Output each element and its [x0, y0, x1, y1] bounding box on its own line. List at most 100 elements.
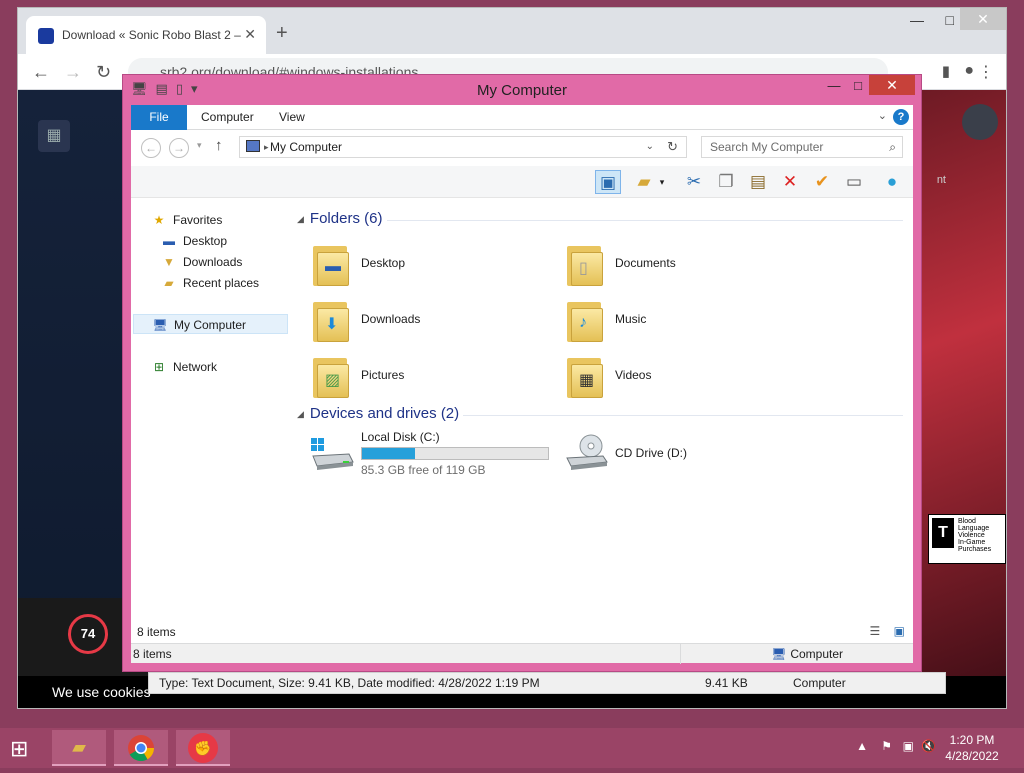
nav-downloads[interactable]: ▼ Downloads — [161, 252, 242, 272]
downloads-icon: ▼ — [163, 255, 175, 269]
drive-usage-bar — [361, 447, 549, 460]
nav-recent-places[interactable]: ▰ Recent places — [161, 273, 259, 293]
dropdown-icon[interactable]: ▾ — [655, 170, 669, 194]
app-grid-icon[interactable]: ▦ — [38, 120, 70, 152]
chrome-taskbar-icon[interactable] — [114, 730, 168, 766]
browser-tab[interactable]: Download « Sonic Robo Blast 2 – ✕ — [26, 16, 266, 54]
tab-title: Download « Sonic Robo Blast 2 – — [62, 28, 241, 42]
show-hidden-icons-icon[interactable]: ▲ — [856, 739, 868, 753]
reload-icon[interactable]: ↻ — [96, 62, 111, 83]
nav-my-computer[interactable]: 🖥 My Computer — [133, 314, 288, 334]
check-icon[interactable]: ✔ — [809, 170, 835, 194]
breadcrumb-chevron-icon[interactable]: ▸ — [264, 137, 269, 157]
drive-c[interactable]: Local Disk (C:) 85.3 GB free of 119 GB — [309, 430, 549, 478]
details-view-icon[interactable]: ☰ — [870, 624, 881, 638]
ribbon-tabs: File Computer View ⌄ ? — [131, 105, 913, 130]
chrome-logo-icon — [128, 735, 155, 762]
search-icon[interactable]: ⌕ — [889, 137, 896, 157]
title-bar[interactable]: 🖥 ▤ ▯ ▾ My Computer — □ ✕ — [123, 75, 921, 105]
details-status-bar: 8 items 🖥 Computer — [131, 643, 913, 664]
folders-group-header[interactable]: ◢ Folders (6) — [297, 210, 382, 230]
new-tab-button[interactable]: + — [276, 22, 288, 45]
nav-desktop[interactable]: ▬ Desktop — [161, 231, 227, 251]
up-icon[interactable]: ↑ — [215, 137, 223, 154]
folder-pictures[interactable]: ▨ Pictures — [309, 352, 549, 404]
computer-icon — [246, 140, 260, 152]
folder-label: Desktop — [361, 256, 406, 270]
group-title: Devices and drives (2) — [309, 405, 460, 422]
large-icons-view-icon[interactable]: ▣ — [894, 624, 905, 638]
drive-free-text: 85.3 GB free of 119 GB — [361, 463, 486, 477]
riot-client-taskbar-icon[interactable]: ✊ — [176, 730, 230, 766]
cut-icon[interactable]: ✂ — [681, 170, 707, 194]
folder-documents[interactable]: ▯ Documents — [563, 240, 803, 292]
drive-label: Local Disk (C:) — [361, 430, 440, 444]
tab-close-icon[interactable]: ✕ — [244, 26, 256, 43]
extensions-icon[interactable]: ▮ — [942, 62, 950, 80]
clock-date: 4/28/2022 — [945, 749, 999, 763]
toolbar: ▣ ▰ ▾ ✂ ❐ ▤ ✕ ✔ ▭ ● — [131, 166, 913, 198]
help-icon[interactable]: ? — [893, 109, 909, 125]
esrb-rating-badge: T Blood Language Violence In-Game Purcha… — [928, 514, 1006, 564]
item-count: 8 items — [137, 625, 176, 639]
folder-desktop[interactable]: ▬ Desktop — [309, 240, 549, 292]
forward-icon[interactable]: → — [64, 62, 82, 83]
group-title: Folders (6) — [309, 210, 383, 227]
nav-network[interactable]: ⊞ Network — [151, 357, 217, 377]
devices-group-header[interactable]: ◢ Devices and drives (2) — [297, 405, 459, 425]
folder-downloads[interactable]: ⬇ Downloads — [309, 296, 549, 348]
tab-file[interactable]: File — [131, 105, 187, 130]
browser-close-button[interactable]: ✕ — [960, 8, 1006, 30]
copy-icon[interactable]: ❐ — [713, 170, 739, 194]
address-dropdown-icon[interactable]: ⌄ — [646, 137, 654, 157]
network-globe-icon[interactable]: ● — [879, 170, 905, 194]
tab-computer[interactable]: Computer — [187, 105, 268, 130]
action-center-icon[interactable]: ⚑ — [881, 739, 892, 753]
cd-drive-icon — [566, 434, 608, 470]
location-text: Computer — [793, 676, 846, 690]
drive-label: CD Drive (D:) — [615, 446, 687, 460]
minimize-icon[interactable]: — — [910, 12, 924, 28]
tab-view[interactable]: View — [265, 105, 319, 130]
clock[interactable]: 1:20 PM 4/28/2022 — [942, 732, 1002, 764]
nav-favorites[interactable]: ★ Favorites — [151, 210, 223, 230]
start-windows-icon[interactable]: ⊞ — [10, 736, 36, 762]
nav-label: My Computer — [174, 318, 247, 332]
expand-ribbon-icon[interactable]: ⌄ — [878, 109, 887, 122]
computer-icon: 🖥 — [771, 647, 787, 661]
videos-folder-icon: ▦ — [563, 352, 605, 400]
volume-muted-icon[interactable]: 🔇 — [921, 739, 936, 753]
properties-folder-icon[interactable]: ▰ — [631, 170, 657, 194]
rename-icon[interactable]: ▭ — [841, 170, 867, 194]
drive-d[interactable]: CD Drive (D:) — [563, 430, 803, 478]
folder-videos[interactable]: ▦ Videos — [563, 352, 803, 404]
riot-logo-icon: ✊ — [188, 733, 218, 763]
refresh-icon[interactable]: ↻ — [667, 137, 678, 157]
cookie-text: We use cookies — [52, 684, 151, 700]
network-status-icon[interactable]: ▣ — [903, 739, 914, 753]
address-bar[interactable]: ▸ My Computer ⌄ ↻ — [239, 136, 687, 158]
navigation-pane: ★ Favorites ▬ Desktop ▼ Downloads ▰ Recent p… — [131, 198, 288, 621]
address-path: My Computer — [270, 140, 343, 154]
close-button[interactable]: ✕ — [869, 75, 915, 95]
forward-button[interactable]: → — [169, 138, 189, 158]
collapse-icon[interactable]: ◢ — [297, 409, 304, 419]
explorer-window: 🖥 ▤ ▯ ▾ My Computer — □ ✕ File Computer … — [122, 74, 922, 672]
menu-icon[interactable]: ⋮ — [978, 62, 994, 82]
folder-music[interactable]: ♪ Music — [563, 296, 803, 348]
delete-icon[interactable]: ✕ — [777, 170, 803, 194]
back-icon[interactable]: ← — [32, 62, 50, 83]
avatar-icon[interactable] — [962, 104, 998, 140]
back-button[interactable]: ← — [141, 138, 161, 158]
network-icon: ⊞ — [153, 360, 165, 374]
search-input[interactable]: Search My Computer ⌕ — [701, 136, 903, 158]
recent-locations-icon[interactable]: ▾ — [197, 140, 202, 151]
collapse-icon[interactable]: ◢ — [297, 214, 304, 224]
maximize-icon[interactable]: □ — [946, 12, 954, 28]
file-explorer-taskbar-icon[interactable]: ▰ — [52, 730, 106, 766]
divider — [680, 644, 681, 664]
paste-icon[interactable]: ▤ — [745, 170, 771, 194]
preview-pane-icon[interactable]: ▣ — [595, 170, 621, 194]
profile-icon[interactable]: ● — [964, 62, 974, 80]
star-icon: ★ — [153, 213, 165, 227]
